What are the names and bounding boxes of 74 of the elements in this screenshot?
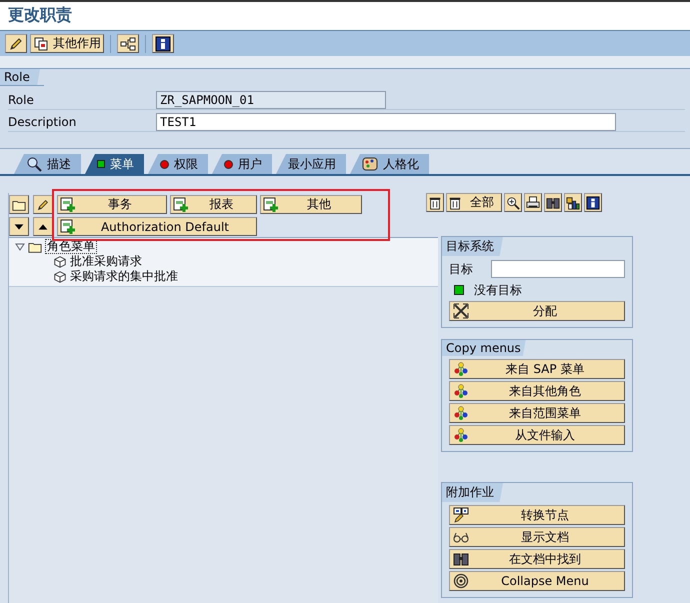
description-field[interactable]: TEST1	[156, 112, 616, 130]
group-title: Role	[0, 69, 44, 86]
palette-icon	[362, 156, 378, 172]
action-button[interactable]: 从文件输入	[449, 425, 625, 445]
action-button[interactable]: 来自 SAP 菜单	[449, 359, 625, 379]
nodes-icon	[453, 383, 469, 399]
action-button[interactable]: 来自范围菜单	[449, 403, 625, 423]
action-button[interactable]: Collapse Menu	[449, 571, 625, 591]
chart-icon	[566, 196, 580, 210]
binoculars-icon	[546, 196, 560, 210]
collapse-icon[interactable]	[15, 242, 25, 252]
hierarchy-button[interactable]	[117, 34, 139, 53]
chart-button[interactable]	[564, 193, 582, 212]
edit-button[interactable]	[33, 195, 53, 214]
hierarchy-icon	[120, 36, 136, 52]
trash-icon	[428, 196, 442, 210]
tab[interactable]: 人格化	[350, 154, 429, 174]
add-icon	[60, 196, 76, 212]
binoculars-icon	[453, 551, 469, 567]
info-button[interactable]	[584, 193, 602, 212]
action-button[interactable]: 显示文档	[449, 527, 625, 547]
add-button[interactable]: 其他	[260, 195, 362, 214]
action-button[interactable]: 在文档中找到	[449, 549, 625, 569]
field-label: 目标	[449, 260, 474, 278]
add-icon	[173, 196, 189, 212]
action-button[interactable]: 分配	[449, 301, 625, 321]
add-icon	[263, 196, 279, 212]
tab[interactable]: 描述	[14, 154, 81, 174]
nodes-icon	[453, 405, 469, 421]
tree-node[interactable]: 批准采购请求	[70, 253, 142, 270]
cube-icon	[53, 270, 67, 284]
print-icon	[526, 196, 540, 210]
add-button[interactable]: Authorization Default	[57, 217, 257, 236]
print-button[interactable]	[524, 193, 542, 212]
move-down-button[interactable]	[9, 217, 29, 236]
delete-all-button[interactable]: 全部	[446, 193, 502, 212]
delete-button[interactable]	[426, 193, 444, 212]
cube-icon	[53, 254, 67, 268]
pencil-icon	[36, 198, 50, 212]
tab[interactable]: 菜单	[85, 154, 144, 174]
zoom-icon	[506, 196, 520, 210]
tab[interactable]: 权限	[148, 154, 208, 174]
find-button[interactable]	[544, 193, 562, 212]
crossed-arrows-icon	[453, 303, 469, 319]
move-up-button[interactable]	[33, 217, 53, 236]
edit-button[interactable]	[5, 34, 27, 53]
edit-grid-icon	[453, 507, 469, 523]
info-icon	[155, 36, 171, 52]
search-icon	[26, 156, 42, 172]
tab[interactable]: 用户	[212, 154, 272, 174]
add-button[interactable]: 报表	[170, 195, 257, 214]
action-button[interactable]: 转换节点	[449, 505, 625, 525]
window-title: 更改职责	[7, 4, 73, 26]
trash-icon	[448, 196, 462, 210]
documents-icon	[33, 36, 49, 52]
tree-node[interactable]: 采购请求的集中批准	[70, 268, 178, 285]
pencil-icon	[8, 36, 24, 52]
add-icon	[60, 218, 76, 234]
tab[interactable]: 最小应用	[276, 154, 346, 174]
add-button[interactable]: 事务	[57, 195, 167, 214]
tree-node[interactable]: 角色菜单	[45, 239, 97, 254]
spiral-icon	[453, 573, 469, 589]
status-text: 没有目标	[474, 282, 522, 298]
other-roles-button[interactable]: 其他作用	[30, 34, 104, 53]
folder-button[interactable]	[9, 195, 29, 214]
field-label: Role	[8, 92, 35, 106]
nodes-icon	[453, 361, 469, 377]
zoom-button[interactable]	[504, 193, 522, 212]
info-button[interactable]	[152, 34, 174, 53]
action-button[interactable]: 来自其他角色	[449, 381, 625, 401]
field-label: Description	[8, 114, 78, 128]
nodes-icon	[453, 427, 469, 443]
info-icon	[586, 196, 600, 210]
target-field[interactable]	[491, 260, 625, 278]
